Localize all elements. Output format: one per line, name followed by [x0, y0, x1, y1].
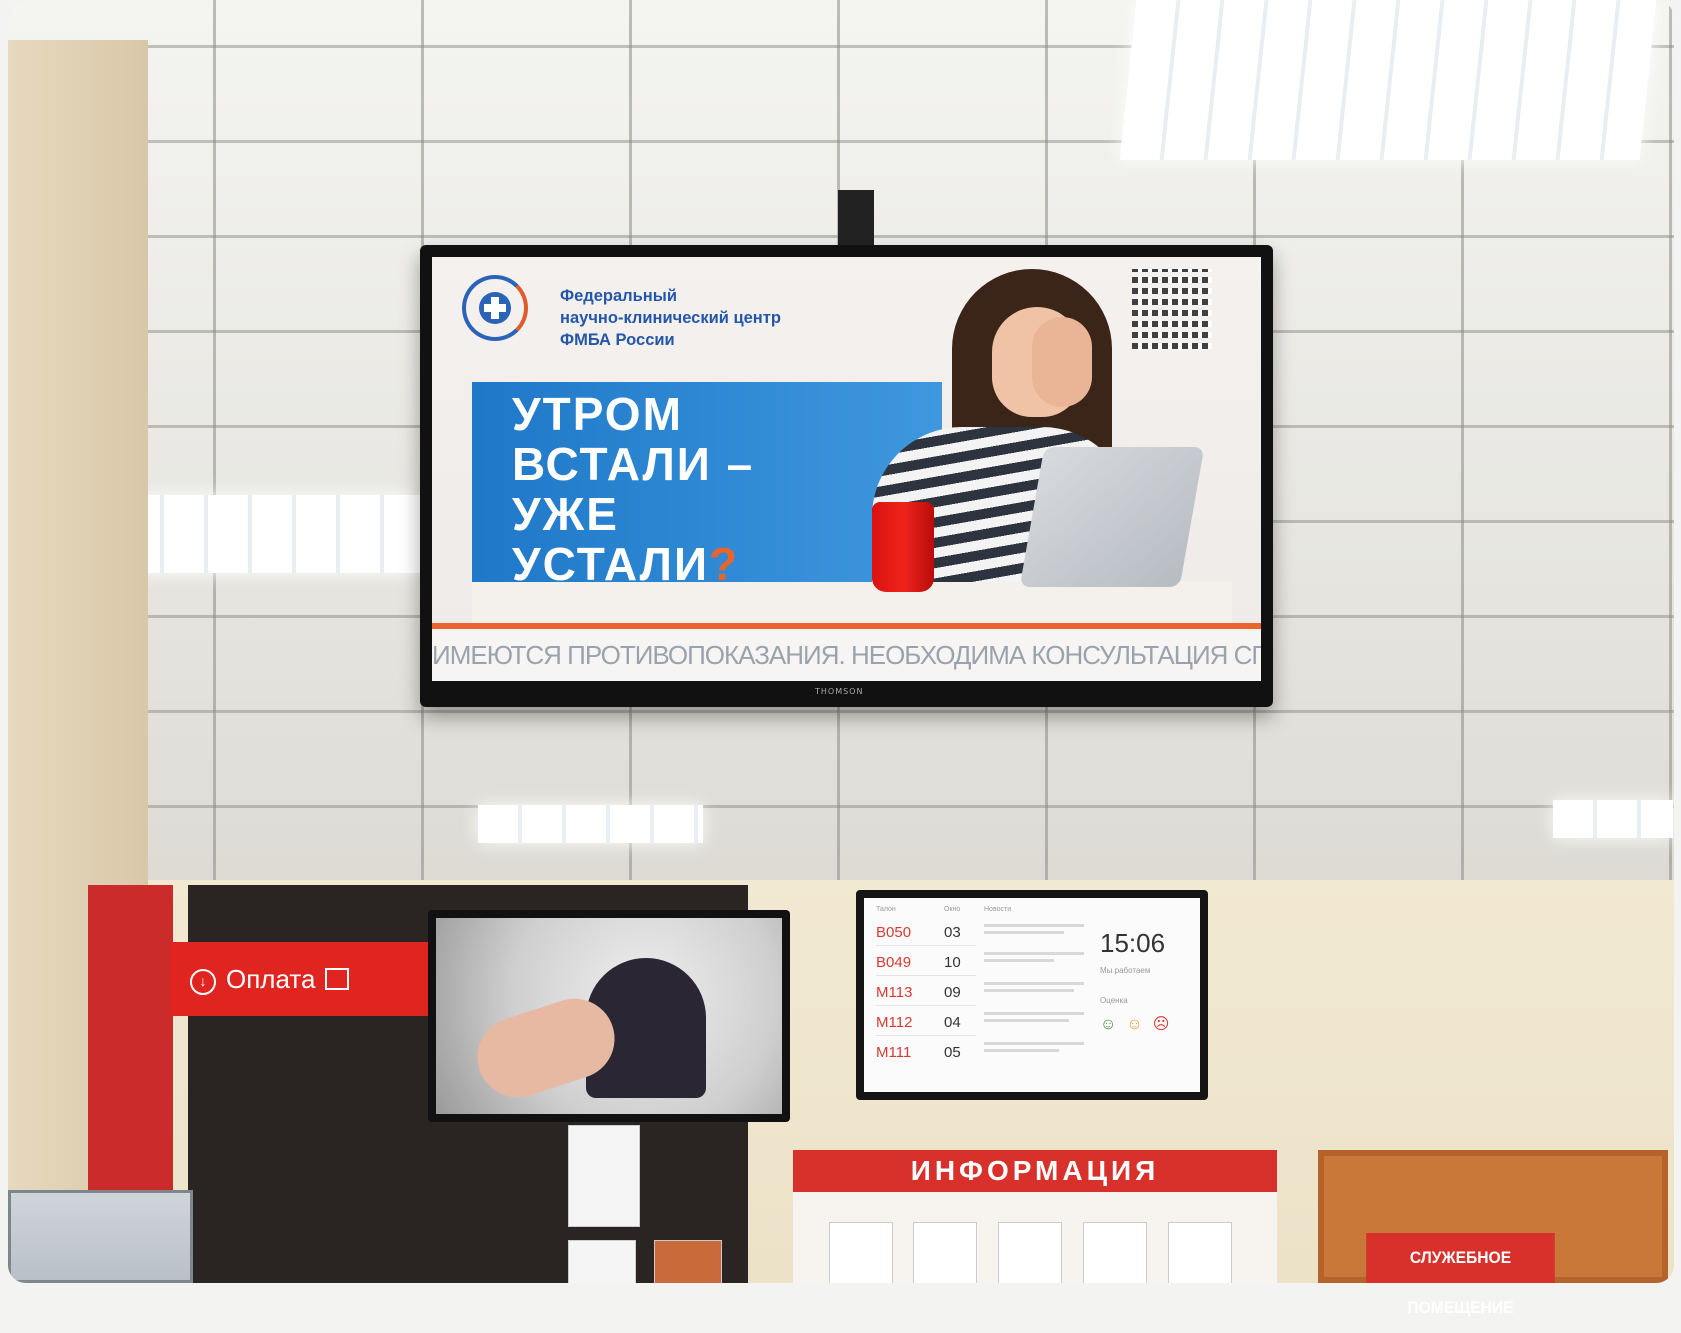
service-room-sign: СЛУЖЕБНОЕ ПОМЕЩЕНИЕ — [1366, 1233, 1555, 1317]
notice-sheet — [998, 1222, 1062, 1283]
headline-word: УСТАЛИ — [512, 538, 710, 590]
disclaimer: ИМЕЮТСЯ ПРОТИВОПОКАЗАНИЯ. НЕОБХОДИМА КОН… — [432, 629, 1261, 681]
headline-line: УТРОМ — [512, 388, 683, 440]
org-line: ФМБА России — [560, 331, 675, 349]
news-line — [984, 959, 1054, 962]
news-line — [984, 1019, 1069, 1022]
window-number: 09 — [944, 984, 961, 1001]
fmba-logo — [462, 275, 528, 341]
row-divider — [876, 945, 976, 946]
ticket-number: M111 — [876, 1044, 912, 1061]
posters — [568, 1125, 728, 1283]
column-window: Окно — [944, 906, 961, 913]
sad-icon: ☹ — [1152, 1016, 1180, 1033]
poster — [568, 1240, 636, 1283]
queue-screen: Талон Окно Новости B050 03 B049 10 M113 09 … — [864, 898, 1200, 1092]
queue-row: M111 05 — [876, 1044, 986, 1061]
payment-label: Оплата — [226, 964, 316, 994]
notice-sheet — [1083, 1222, 1147, 1283]
video-tv — [428, 910, 790, 1122]
headline: УТРОМ ВСТАЛИ – УЖЕ УСТАЛИ? — [512, 389, 754, 589]
row-divider — [876, 975, 976, 976]
tv-brand: THOMSON — [815, 687, 864, 696]
news-line — [984, 982, 1084, 985]
clock: 15:06 — [1100, 928, 1166, 958]
ticket-number: B050 — [876, 924, 912, 941]
rating-smileys: ☺☺☹ — [1100, 1014, 1179, 1034]
ceiling-light — [1553, 800, 1673, 838]
headline-line: УЖЕ — [512, 488, 619, 540]
qr-code — [1132, 269, 1212, 349]
rating-label: Оценка — [1100, 996, 1128, 1005]
neutral-icon: ☺ — [1126, 1016, 1153, 1033]
hours-label: Мы работаем — [1100, 966, 1151, 975]
woman-hand — [1032, 317, 1092, 407]
question-mark: ? — [709, 538, 740, 590]
news-line — [984, 931, 1064, 934]
row-divider — [876, 1035, 976, 1036]
notice-sheet — [1168, 1222, 1232, 1283]
column-ticket: Талон — [876, 906, 896, 913]
row-divider — [876, 1005, 976, 1006]
queue-row: B050 03 — [876, 924, 986, 941]
poster — [654, 1240, 722, 1283]
main-tv-screen: Федеральный научно-клинический центр ФМБ… — [432, 257, 1261, 681]
window-number: 03 — [944, 924, 961, 941]
news-line — [984, 924, 1084, 927]
smile-icon: ☺ — [1100, 1016, 1127, 1033]
video-tv-screen — [436, 918, 782, 1114]
window-number: 04 — [944, 1014, 961, 1031]
ticket-number: B049 — [876, 954, 912, 971]
payment-sign: ↓ Оплата — [170, 942, 450, 1016]
arrow-down-circle-icon: ↓ — [190, 969, 216, 995]
column-news: Новости — [984, 906, 1012, 913]
glass-booth — [8, 1190, 193, 1283]
queue-row: M113 09 — [876, 984, 986, 1001]
news-line — [984, 952, 1084, 955]
news-line — [984, 1012, 1084, 1015]
ticket-number: M113 — [876, 984, 913, 1001]
info-board: ИНФОРМАЦИЯ — [793, 1150, 1277, 1283]
card-icon — [325, 968, 350, 990]
org-name: Федеральный научно-клинический центр ФМБ… — [560, 285, 781, 351]
notice-sheet — [829, 1222, 893, 1283]
window-number: 10 — [944, 954, 961, 971]
tv-mount-pole — [838, 190, 874, 250]
ceiling-light — [120, 495, 420, 573]
queue-row: B049 10 — [876, 954, 986, 971]
notice-sheet — [913, 1222, 977, 1283]
news-line — [984, 1049, 1059, 1052]
ceiling-light — [1119, 0, 1657, 160]
org-line: Федеральный — [560, 287, 677, 305]
headline-line: УСТАЛИ? — [512, 539, 754, 589]
news-line — [984, 989, 1074, 992]
ceiling-light — [478, 805, 703, 843]
window-number: 05 — [944, 1044, 961, 1061]
ticket-number: M112 — [876, 1014, 913, 1031]
queue-row: M112 04 — [876, 1014, 986, 1031]
red-cup — [872, 502, 934, 592]
org-line: научно-клинический центр — [560, 309, 781, 327]
info-title: ИНФОРМАЦИЯ — [793, 1150, 1277, 1192]
photo-frame: Федеральный научно-клинический центр ФМБ… — [8, 0, 1674, 1283]
poster — [568, 1125, 640, 1227]
medical-cross-icon — [479, 292, 511, 324]
laptop — [1019, 447, 1205, 587]
news-line — [984, 1042, 1084, 1045]
headline-line: ВСТАЛИ – — [512, 438, 755, 490]
queue-tv: Талон Окно Новости B050 03 B049 10 M113 09 … — [856, 890, 1208, 1100]
main-tv: Федеральный научно-клинический центр ФМБ… — [420, 245, 1273, 707]
